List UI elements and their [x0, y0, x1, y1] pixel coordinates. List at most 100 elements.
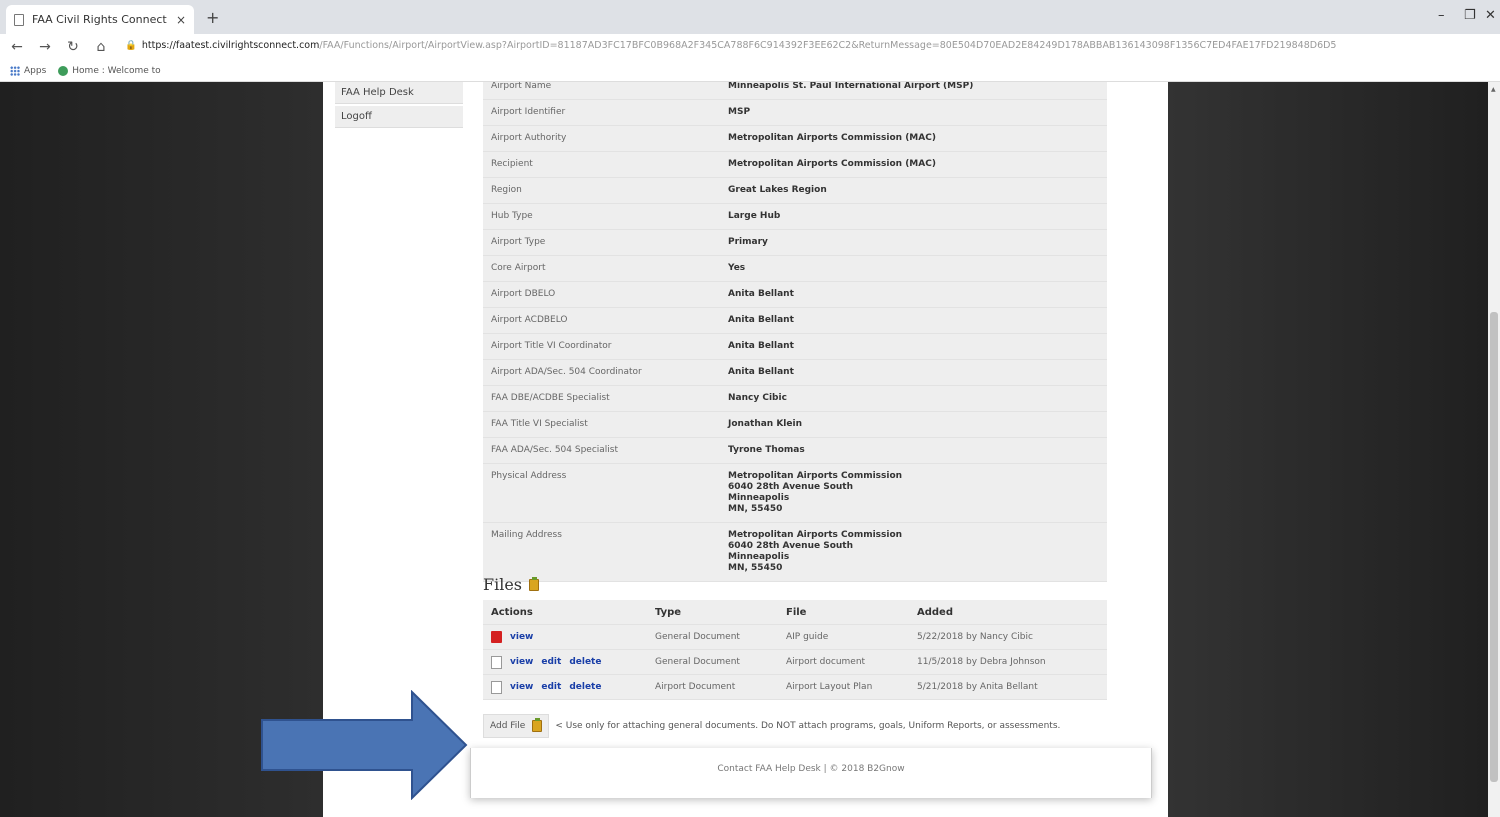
info-row: Region Great Lakes Region: [483, 178, 1107, 204]
info-label: Airport Identifier: [491, 107, 566, 117]
document-icon: [491, 655, 502, 669]
browser-tab[interactable]: FAA Civil Rights Connect ×: [6, 5, 194, 34]
right-backdrop: [1168, 82, 1488, 817]
add-file-row: Add File < Use only for attaching genera…: [483, 714, 1107, 738]
view-link[interactable]: view: [510, 632, 533, 642]
info-label: Recipient: [491, 159, 533, 169]
info-value: Minneapolis St. Paul International Airpo…: [728, 82, 974, 91]
bookmark-apps[interactable]: Apps: [10, 65, 47, 76]
back-arrow-icon[interactable]: ←: [10, 39, 24, 55]
info-label: Airport DBELO: [491, 289, 556, 299]
tab-title: FAA Civil Rights Connect: [32, 13, 167, 26]
file-actions: view edit delete: [483, 655, 655, 669]
info-label: Airport ADA/Sec. 504 Coordinator: [491, 367, 642, 377]
info-row: Airport ACDBELO Anita Bellant: [483, 308, 1107, 334]
scrollbar-thumb[interactable]: [1490, 312, 1498, 782]
info-row: Airport DBELO Anita Bellant: [483, 282, 1107, 308]
info-value: Anita Bellant: [728, 367, 794, 377]
info-label: Hub Type: [491, 211, 533, 221]
info-row: Airport Identifier MSP: [483, 100, 1107, 126]
lock-icon: 🔒: [125, 40, 137, 51]
file-name: Airport Layout Plan: [786, 682, 873, 692]
info-label: Physical Address: [491, 471, 567, 481]
files-heading: Files: [483, 575, 540, 594]
pdf-icon: [491, 631, 502, 643]
file-added: 5/21/2018 by Anita Bellant: [917, 682, 1038, 692]
info-row: Airport Name Minneapolis St. Paul Interna…: [483, 82, 1107, 100]
file-actions: view edit delete: [483, 680, 655, 694]
info-value: MSP: [728, 107, 751, 117]
info-value: Jonathan Klein: [728, 419, 802, 429]
file-added: 11/5/2018 by Debra Johnson: [917, 657, 1046, 667]
info-row: FAA DBE/ACDBE Specialist Nancy Cibic: [483, 386, 1107, 412]
folder-icon: [532, 718, 543, 732]
info-value: Tyrone Thomas: [728, 445, 805, 455]
forward-arrow-icon[interactable]: →: [38, 39, 52, 55]
file-actions: view: [483, 631, 655, 643]
bookmark-home[interactable]: Home : Welcome to: [58, 65, 161, 76]
info-value: Yes: [728, 263, 746, 273]
edit-link[interactable]: edit: [541, 657, 561, 667]
col-type: Type: [655, 606, 682, 618]
files-table: Actions Type File Added view General Docu…: [483, 600, 1107, 700]
info-value: Metropolitan Airports Commission 6040 28…: [728, 471, 903, 514]
col-added: Added: [917, 606, 953, 618]
file-row: view General Document AIP guide 5/22/2018 b…: [483, 625, 1107, 650]
delete-link[interactable]: delete: [569, 657, 601, 667]
info-value: Anita Bellant: [728, 289, 794, 299]
info-label: Airport Type: [491, 237, 546, 247]
nav-item-help-desk[interactable]: FAA Help Desk: [335, 82, 463, 104]
info-row: Mailing Address Metropolitan Airports Com…: [483, 523, 1107, 582]
page-viewport: FAA Help Desk Logoff Airport Name Minneap…: [0, 82, 1488, 817]
page-favicon-icon: [14, 13, 24, 26]
info-label: Airport Title VI Coordinator: [491, 341, 612, 351]
footer-text[interactable]: Contact FAA Help Desk | © 2018 B2Gnow: [717, 764, 904, 774]
arrow-shape: [261, 690, 468, 800]
files-title: Files: [483, 575, 523, 594]
delete-link[interactable]: delete: [569, 682, 601, 692]
minimize-icon[interactable]: –: [1438, 8, 1445, 23]
url-field[interactable]: 🔒 https://faatest.civilrightsconnect.com/…: [125, 40, 1365, 55]
edit-link[interactable]: edit: [541, 682, 561, 692]
info-row: Core Airport Yes: [483, 256, 1107, 282]
add-file-label: Add File: [490, 721, 526, 731]
view-link[interactable]: view: [510, 682, 533, 692]
add-file-note: < Use only for attaching general documen…: [555, 721, 1061, 731]
info-row: Airport Title VI Coordinator Anita Bellan…: [483, 334, 1107, 360]
vertical-scrollbar[interactable]: ▲: [1488, 82, 1500, 817]
airport-info-table: Airport Name Minneapolis St. Paul Interna…: [483, 82, 1107, 582]
new-tab-icon[interactable]: +: [206, 8, 219, 27]
info-row: FAA ADA/Sec. 504 Specialist Tyrone Thomas: [483, 438, 1107, 464]
bookmark-label: Home : Welcome to: [72, 65, 161, 76]
window-close-icon[interactable]: ✕: [1485, 8, 1496, 23]
tab-close-icon[interactable]: ×: [176, 13, 186, 27]
home-icon[interactable]: ⌂: [94, 39, 108, 55]
col-file: File: [786, 606, 807, 618]
col-actions: Actions: [491, 606, 533, 618]
browser-tab-strip: FAA Civil Rights Connect × + – ❐ ✕: [0, 0, 1500, 34]
restore-icon[interactable]: ❐: [1464, 8, 1476, 23]
info-row: Airport Type Primary: [483, 230, 1107, 256]
info-label: Airport Authority: [491, 133, 567, 143]
bookmark-label: Apps: [24, 65, 47, 76]
nav-item-logoff[interactable]: Logoff: [335, 106, 463, 128]
file-name: Airport document: [786, 657, 866, 667]
scroll-up-icon[interactable]: ▲: [1491, 86, 1496, 93]
files-rows: view General Document AIP guide 5/22/2018 b…: [483, 625, 1107, 700]
document-icon: [491, 680, 502, 694]
info-value: Anita Bellant: [728, 341, 794, 351]
file-type: Airport Document: [655, 682, 736, 692]
add-folder-icon[interactable]: [529, 576, 540, 591]
info-value: Primary: [728, 237, 768, 247]
info-label: Airport Name: [491, 82, 552, 91]
address-toolbar: ← → ↻ ⌂ 🔒 https://faatest.civilrightsconn…: [0, 34, 1500, 87]
bookmarks-bar: Apps Home : Welcome to: [0, 60, 1500, 82]
view-link[interactable]: view: [510, 657, 533, 667]
info-label: FAA DBE/ACDBE Specialist: [491, 393, 610, 403]
info-row: Hub Type Large Hub: [483, 204, 1107, 230]
info-row: Airport Authority Metropolitan Airports C…: [483, 126, 1107, 152]
annotation-arrow-icon: [261, 690, 468, 800]
info-row: Recipient Metropolitan Airports Commissio…: [483, 152, 1107, 178]
add-file-button[interactable]: Add File: [483, 714, 550, 738]
reload-icon[interactable]: ↻: [66, 39, 80, 55]
